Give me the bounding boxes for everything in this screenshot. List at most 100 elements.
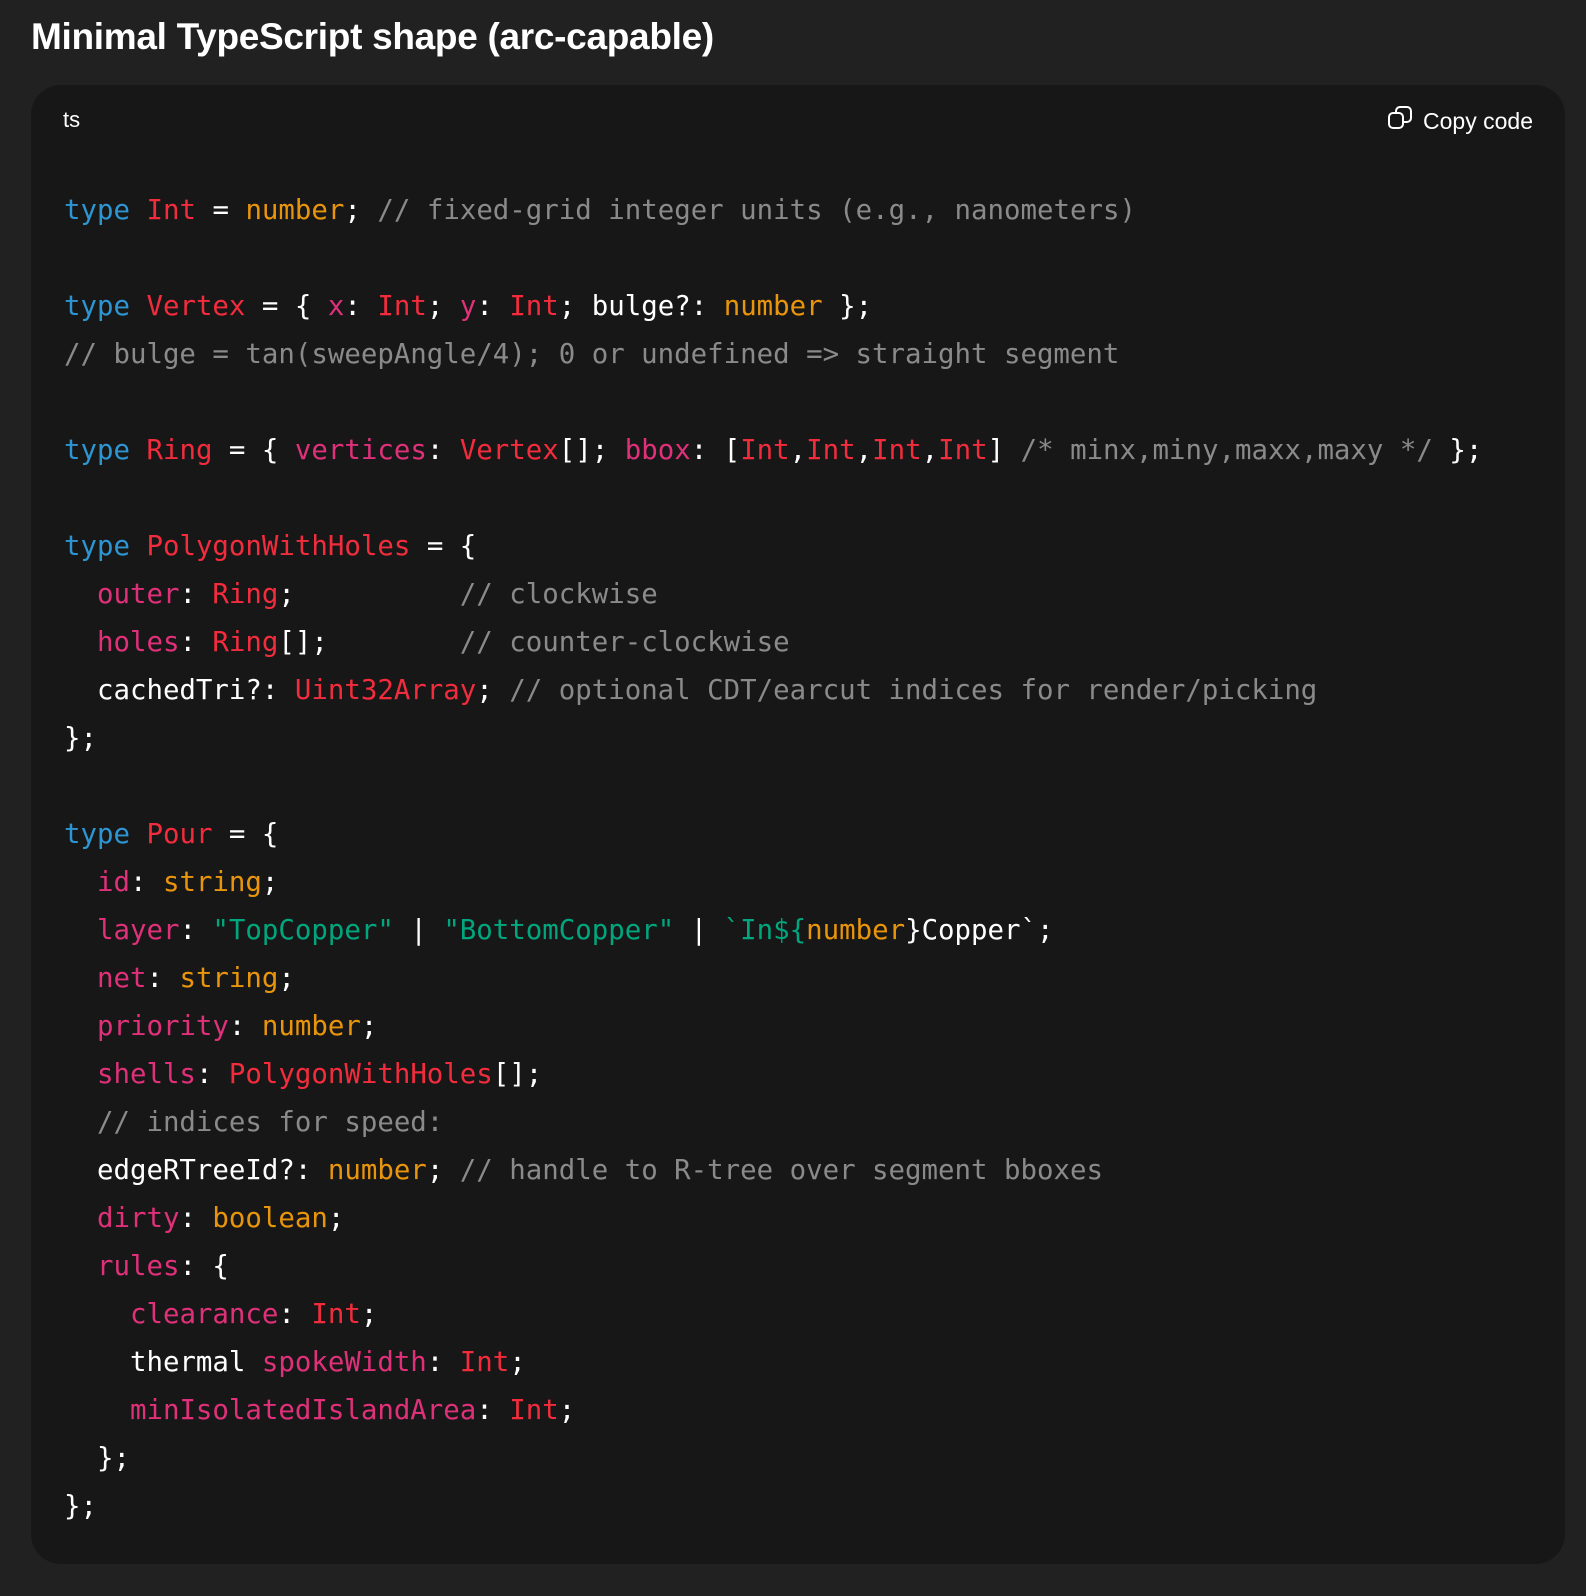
keyword-token: type <box>64 195 130 226</box>
keyword-token: type <box>64 291 130 322</box>
property-token: minIsolatedIslandArea <box>129 1395 477 1426</box>
code-line: }; <box>64 715 1482 763</box>
comment-token: // fixed-grid integer units (e.g., nanom… <box>377 195 1136 226</box>
property-token: x <box>327 291 345 322</box>
text-token: }; <box>64 1443 130 1474</box>
property-token: dirty <box>96 1203 180 1234</box>
code-line: type Int = number; // fixed-grid integer… <box>64 187 1482 235</box>
text-token: : <box>179 915 213 946</box>
text-token: : [ <box>690 435 741 466</box>
text-token: ; <box>426 291 460 322</box>
property-token: priority <box>96 1011 229 1042</box>
string-token: "BottomCopper" <box>443 915 675 946</box>
string-token: `In${ <box>723 915 807 946</box>
text-token: }Copper`; <box>905 915 1054 946</box>
text-token: : <box>179 579 213 610</box>
type-token: PolygonWithHoles <box>146 531 411 562</box>
text-token: : <box>228 1011 262 1042</box>
type-token: Int <box>740 435 790 466</box>
text-token: : { <box>179 1251 229 1282</box>
copy-code-button[interactable]: Copy code <box>1387 105 1533 137</box>
code-line: type Ring = { vertices: Vertex[]; bbox: … <box>64 427 1482 475</box>
type-token: Int <box>509 291 559 322</box>
builtin-token: string <box>162 867 262 898</box>
type-token: Uint32Array <box>294 675 477 706</box>
code-line: holes: Ring[]; // counter-clockwise <box>64 619 1482 667</box>
builtin-token: number <box>245 195 345 226</box>
text-token: | <box>674 915 724 946</box>
text-token: thermal <box>64 1347 262 1378</box>
text-token: }; <box>64 723 97 754</box>
code-line: net: string; <box>64 955 1482 1003</box>
property-token: spokeWidth <box>261 1347 427 1378</box>
builtin-token: number <box>327 1155 427 1186</box>
code-line: clearance: Int; <box>64 1291 1482 1339</box>
text-token: : <box>476 291 510 322</box>
builtin-token: number <box>806 915 906 946</box>
comment-token: // bulge = tan(sweepAngle/4); 0 or undef… <box>64 339 1120 370</box>
code-line: layer: "TopCopper" | "BottomCopper" | `I… <box>64 907 1482 955</box>
type-token: Vertex <box>146 291 246 322</box>
code-block: ts Copy code type Int = number; // fixed… <box>31 85 1565 1564</box>
builtin-token: number <box>723 291 823 322</box>
text-token: ; <box>360 1299 378 1330</box>
property-token: vertices <box>294 435 427 466</box>
code-line: shells: PolygonWithHoles[]; <box>64 1051 1482 1099</box>
text-token: ; <box>278 579 460 610</box>
text-token: ; <box>261 867 279 898</box>
text-token: ; bulge?: <box>558 291 724 322</box>
text-token: : <box>426 1347 460 1378</box>
code-line: id: string; <box>64 859 1482 907</box>
type-token: Vertex <box>459 435 559 466</box>
type-token: PolygonWithHoles <box>228 1059 493 1090</box>
text-token: }; <box>822 291 873 322</box>
type-token: Int <box>146 195 196 226</box>
type-token: Int <box>872 435 922 466</box>
text-token: ; <box>426 1155 460 1186</box>
string-token: "TopCopper" <box>212 915 394 946</box>
type-token: Ring <box>212 627 279 658</box>
text-token: : <box>195 1059 229 1090</box>
text-token: ; <box>476 675 510 706</box>
text-token: : <box>146 963 180 994</box>
property-token: outer <box>96 579 180 610</box>
type-token: Pour <box>146 819 213 850</box>
text-token: | <box>393 915 444 946</box>
property-token: y <box>459 291 477 322</box>
text-token: = { <box>245 291 328 322</box>
code-line: minIsolatedIslandArea: Int; <box>64 1387 1482 1435</box>
text-token: edgeRTreeId?: <box>64 1155 328 1186</box>
text-token: []; <box>558 435 625 466</box>
type-token: Int <box>806 435 856 466</box>
comment-token: // handle to R-tree over segment bboxes <box>459 1155 1103 1186</box>
text-token: : <box>179 1203 213 1234</box>
property-token: bbox <box>624 435 691 466</box>
code-line: type PolygonWithHoles = { <box>64 523 1482 571</box>
type-token: Int <box>509 1395 559 1426</box>
copy-code-label: Copy code <box>1423 107 1533 134</box>
property-token: rules <box>96 1251 180 1282</box>
type-token: Ring <box>212 579 279 610</box>
code-content: type Int = number; // fixed-grid integer… <box>64 187 1482 1531</box>
code-line: dirty: boolean; <box>64 1195 1482 1243</box>
code-line: outer: Ring; // clockwise <box>64 571 1482 619</box>
keyword-token: type <box>64 819 130 850</box>
code-line: priority: number; <box>64 1003 1482 1051</box>
text-token: , <box>921 435 939 466</box>
code-line: type Pour = { <box>64 811 1482 859</box>
